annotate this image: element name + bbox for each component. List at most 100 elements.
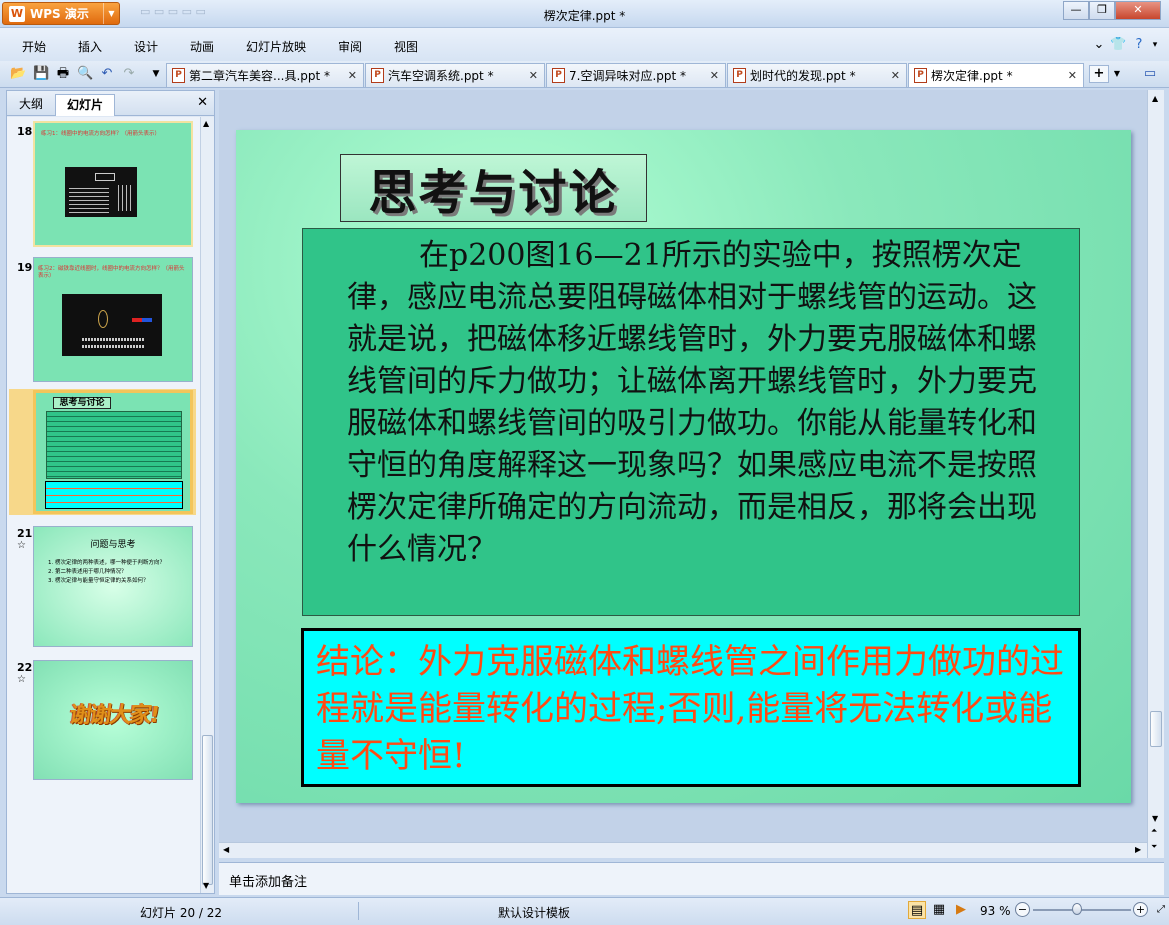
tab-outline[interactable]: 大纲 [9, 94, 53, 116]
menu-start[interactable]: 开始 [22, 38, 46, 55]
thumb-list-item: 3. 楞次定律与能量守恒定律的关系如何？ [48, 578, 149, 584]
ppt-file-icon: P [733, 68, 746, 83]
doc-tab[interactable]: P 汽车空调系统.ppt * ✕ [365, 63, 545, 87]
slide-thumbnail-19[interactable]: 练习2：磁铁靠近线圈时，线圈中的电流方向怎样？（用箭头表示） [33, 257, 193, 382]
fit-window-icon[interactable]: ⤢ [1152, 901, 1169, 919]
ppt-file-icon: P [371, 68, 384, 83]
menu-review[interactable]: 审阅 [338, 38, 362, 55]
thumb-list-item: 2. 第二种表述用于哪几种情况？ [48, 569, 127, 575]
thumb-title: 思考与讨论 [53, 397, 111, 409]
slideshow-icon[interactable]: ▶ [952, 901, 970, 919]
ppt-file-icon: P [552, 68, 565, 83]
notes-pane[interactable]: 单击添加备注 [219, 862, 1164, 895]
redo-icon[interactable]: ↷ [121, 66, 137, 82]
slide-sorter-icon[interactable]: ▦ [930, 901, 948, 919]
thumb-list-item: 1. 楞次定律的两种表述，哪一种便于判断方向？ [48, 560, 165, 566]
slide-title-box[interactable]: 思考与讨论 [340, 154, 647, 222]
editor-vertical-scrollbar[interactable]: ▲ ▼ ⏶ ⏷ [1147, 90, 1164, 858]
doc-tab[interactable]: P 第二章汽车美容...具.ppt * ✕ [166, 63, 364, 87]
slide-conclusion-box[interactable]: 结论：外力克服磁体和螺线管之间作用力做功的过程就是能量转化的过程;否则,能量将无… [301, 628, 1081, 787]
menu-animation[interactable]: 动画 [190, 38, 214, 55]
menu-slideshow[interactable]: 幻灯片放映 [246, 38, 306, 55]
slide-thumbnail-18[interactable]: 练习1：线圈中的电流方向怎样？（用箭头表示） [33, 121, 193, 247]
new-tab-dropdown-icon[interactable]: ▼ [1109, 66, 1125, 82]
open-icon[interactable]: 📂 [10, 66, 26, 82]
previous-slide-icon[interactable]: ⏶ [1151, 826, 1157, 836]
slide-thumbnail-22[interactable]: 谢谢大家! [33, 660, 193, 780]
slide-title: 思考与讨论 [368, 165, 619, 221]
slides-panel: 大纲 幻灯片 ✕ 18 练习1：线圈中的电流方向怎样？（用箭头表示） 19 练习… [6, 90, 215, 894]
editor-horizontal-scrollbar[interactable]: ◀ ▶ [219, 842, 1147, 858]
thumb-title: 问题与思考 [90, 540, 136, 550]
scroll-thumb[interactable] [1150, 711, 1162, 747]
scroll-right-icon[interactable]: ▶ [1135, 845, 1141, 854]
tab-close-icon[interactable]: ✕ [348, 69, 357, 82]
animation-star-icon: ☆ [17, 540, 26, 551]
quick-access-dropdown-icon[interactable]: ▼ [148, 66, 164, 82]
thumb-text: 练习2：磁铁靠近线圈时，线圈中的电流方向怎样？（用箭头表示） [38, 266, 185, 279]
ppt-file-icon: P [914, 68, 927, 83]
thumb-wordart: 谢谢大家! [67, 703, 160, 728]
save-icon[interactable]: 💾 [33, 66, 49, 82]
print-icon[interactable]: 🖶 [55, 66, 71, 82]
slide-thumbnail-20[interactable]: 思考与讨论 [33, 390, 193, 514]
doc-tab-label: 第二章汽车美容...具.ppt * [189, 69, 331, 83]
menu-view[interactable]: 视图 [394, 38, 418, 55]
scroll-up-icon[interactable]: ▲ [1152, 94, 1158, 103]
doc-tab-label: 楞次定律.ppt * [931, 69, 1013, 83]
doc-tab-label: 划时代的发现.ppt * [750, 69, 856, 83]
thumbnail-scrollbar[interactable]: ▲ ▼ [200, 117, 214, 893]
thumb-image [62, 294, 162, 356]
slide-conclusion-text: 结论：外力克服磁体和螺线管之间作用力做功的过程就是能量转化的过程;否则,能量将无… [316, 642, 1064, 776]
scroll-down-icon[interactable]: ▼ [203, 881, 209, 890]
menu-bar: 开始 插入 设计 动画 幻灯片放映 审阅 视图 ⌄ 👕 ? ▾ [0, 28, 1169, 61]
doc-tab[interactable]: P 7.空调异味对应.ppt * ✕ [546, 63, 726, 87]
undo-icon[interactable]: ↶ [99, 66, 115, 82]
zoom-in-button[interactable]: + [1133, 902, 1148, 917]
template-name: 默认设计模板 [498, 906, 571, 920]
tab-close-icon[interactable]: ✕ [710, 69, 719, 82]
normal-view-icon[interactable]: ▤ [908, 901, 926, 919]
help-dropdown-icon[interactable]: ▾ [1147, 37, 1163, 53]
window-title: 楞次定律.ppt * [543, 9, 626, 23]
restore-button[interactable]: ❐ [1089, 1, 1115, 20]
close-button[interactable]: ✕ [1115, 1, 1161, 20]
close-panel-icon[interactable]: ✕ [197, 95, 208, 110]
zoom-slider-thumb[interactable] [1072, 903, 1083, 915]
doc-tab[interactable]: P 划时代的发现.ppt * ✕ [727, 63, 907, 87]
slide-body-box[interactable]: 在p200图16—21所示的实验中，按照楞次定律，感应电流总要阻碍磁体相对于螺线… [302, 228, 1080, 616]
scroll-left-icon[interactable]: ◀ [223, 845, 229, 854]
scroll-up-icon[interactable]: ▲ [203, 119, 209, 128]
menu-design[interactable]: 设计 [134, 38, 158, 55]
thumb-conclusion-box [45, 481, 183, 509]
panel-tabs: 大纲 幻灯片 ✕ [7, 91, 214, 116]
minimize-button[interactable]: — [1063, 1, 1089, 20]
scroll-down-icon[interactable]: ▼ [1152, 814, 1158, 823]
document-tab-bar: 📂 💾 🖶 🔍 ↶ ↷ ▼ P 第二章汽车美容...具.ppt * ✕ P 汽车… [0, 61, 1169, 88]
ribbon-collapse-icon[interactable]: ⌄ [1091, 37, 1107, 53]
tab-list-icon[interactable]: ▭ [1142, 66, 1158, 82]
thumb-number: 19 [17, 261, 33, 274]
thumb-image [65, 167, 137, 217]
zoom-out-button[interactable]: − [1015, 902, 1030, 917]
doc-tab-label: 汽车空调系统.ppt * [388, 69, 494, 83]
new-tab-plus-icon[interactable]: + [1089, 65, 1109, 83]
tab-close-icon[interactable]: ✕ [529, 69, 538, 82]
thumb-number: 22 [17, 661, 33, 674]
print-preview-icon[interactable]: 🔍 [77, 66, 93, 82]
ppt-file-icon: P [172, 68, 185, 83]
menu-insert[interactable]: 插入 [78, 38, 102, 55]
zoom-slider[interactable] [1033, 909, 1131, 911]
tab-close-icon[interactable]: ✕ [891, 69, 900, 82]
slide-thumbnail-21[interactable]: 问题与思考 1. 楞次定律的两种表述，哪一种便于判断方向？ 2. 第二种表述用于… [33, 526, 193, 647]
tab-close-icon[interactable]: ✕ [1068, 69, 1077, 82]
skin-icon[interactable]: 👕 [1110, 37, 1126, 53]
notes-placeholder: 单击添加备注 [229, 875, 308, 890]
next-slide-icon[interactable]: ⏷ [1151, 842, 1157, 852]
slide-body-text: 在p200图16—21所示的实验中，按照楞次定律，感应电流总要阻碍磁体相对于螺线… [347, 238, 1037, 567]
status-divider [358, 902, 359, 920]
scroll-thumb[interactable] [202, 735, 213, 885]
help-icon[interactable]: ? [1131, 37, 1147, 53]
doc-tab-active[interactable]: P 楞次定律.ppt * ✕ [908, 63, 1084, 87]
tab-slides[interactable]: 幻灯片 [55, 94, 115, 116]
